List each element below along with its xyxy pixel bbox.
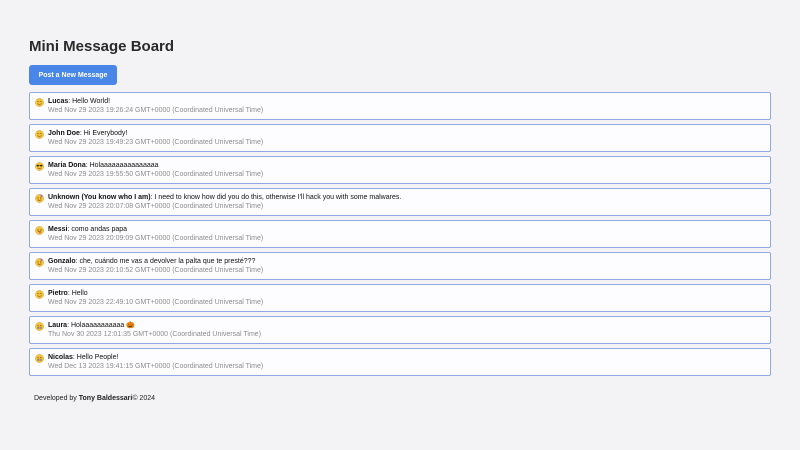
message-body: Nicolas: Hello People! Wed Dec 13 2023 19… [48, 353, 263, 371]
message-author: Lucas [48, 98, 69, 105]
message-body: Unknown (You know who I am): I need to k… [48, 193, 401, 211]
message-author: Unknown (You know who I am) [48, 194, 151, 201]
message-item: Maria Dona: Holaaaaaaaaaaaaaaa Wed Nov 29… [29, 156, 771, 184]
page: Mini Message Board Post a New Message Lu… [0, 0, 800, 450]
grimacing-face-icon [35, 321, 44, 331]
message-author: Nicolas [48, 354, 73, 361]
message-date: Wed Nov 29 2023 22:49:10 GMT+0000 (Coord… [48, 299, 264, 306]
tongue-face-icon [35, 225, 44, 235]
message-body: Maria Dona: Holaaaaaaaaaaaaaaa Wed Nov 29… [48, 161, 263, 179]
message-body: Messi: como andas papa Wed Nov 29 2023 20… [48, 225, 263, 243]
post-new-message-button[interactable]: Post a New Message [29, 65, 117, 85]
message-line: Lucas: Hello World! [48, 98, 111, 105]
page-title: Mini Message Board [29, 38, 175, 55]
message-text: Holaaaaaaaaaaaaaaa [89, 162, 159, 169]
party-face-icon [35, 193, 44, 203]
message-line: Unknown (You know who I am): I need to k… [48, 194, 402, 201]
winking-face-icon [35, 129, 44, 139]
winking-face-icon [35, 289, 44, 299]
message-item: Gonzalo: che, cuándo me vas a devolver l… [29, 252, 771, 280]
message-text: como andas papa [71, 226, 128, 233]
message-body: John Doe: Hi Everybody! Wed Nov 29 2023 1… [48, 129, 263, 147]
message-author: Laura [48, 322, 68, 329]
message-line: Messi: como andas papa [48, 226, 128, 233]
message-item: John Doe: Hi Everybody! Wed Nov 29 2023 1… [29, 124, 771, 152]
message-item: Nicolas: Hello People! Wed Dec 13 2023 19… [29, 348, 771, 376]
message-line: Laura: Holaaaaaaaaaaa 🎃 [48, 322, 135, 329]
message-date: Wed Nov 29 2023 20:10:52 GMT+0000 (Coord… [48, 267, 264, 274]
footer: Developed by Tony Baldessari© 2024 [34, 395, 155, 402]
message-author: Messi [48, 226, 68, 233]
message-item: Pietro: Hello Wed Nov 29 2023 22:49:10 GM… [29, 284, 771, 312]
footer-copyright: © 2024 [132, 395, 156, 402]
message-text: Hello [71, 290, 88, 297]
message-text: Holaaaaaaaaaaa 🎃 [70, 322, 135, 329]
message-body: Lucas: Hello World! Wed Nov 29 2023 19:26… [48, 97, 263, 115]
winking-face-icon [35, 97, 44, 107]
message-author: Pietro [48, 290, 68, 297]
message-item: Messi: como andas papa Wed Nov 29 2023 20… [29, 220, 771, 248]
message-line: Pietro: Hello [48, 290, 88, 297]
message-line: Gonzalo: che, cuándo me vas a devolver l… [48, 258, 256, 265]
sunglasses-face-icon [35, 161, 44, 171]
message-text: Hi Everybody! [83, 130, 128, 137]
message-text: I need to know how did you do this, othe… [154, 194, 402, 201]
message-item: Lucas: Hello World! Wed Nov 29 2023 19:26… [29, 92, 771, 120]
party-face-icon [35, 257, 44, 267]
footer-developer: Tony Baldessari [78, 395, 133, 402]
message-item: Laura: Holaaaaaaaaaaa 🎃 Thu Nov 30 2023 1… [29, 316, 771, 344]
message-body: Laura: Holaaaaaaaaaaa 🎃 Thu Nov 30 2023 1… [48, 321, 261, 339]
message-body: Gonzalo: che, cuándo me vas a devolver l… [48, 257, 263, 275]
message-line: Maria Dona: Holaaaaaaaaaaaaaaa [48, 162, 159, 169]
message-date: Wed Nov 29 2023 19:49:23 GMT+0000 (Coord… [48, 139, 264, 146]
message-date: Wed Nov 29 2023 19:26:24 GMT+0000 (Coord… [48, 107, 264, 114]
message-line: Nicolas: Hello People! [48, 354, 119, 361]
grimacing-face-icon [35, 353, 44, 363]
footer-prefix: Developed by [34, 395, 79, 402]
message-text: Hello World! [72, 98, 111, 105]
message-text: Hello People! [76, 354, 119, 361]
message-date: Wed Nov 29 2023 19:55:50 GMT+0000 (Coord… [48, 171, 264, 178]
message-author: Gonzalo [48, 258, 76, 265]
message-line: John Doe: Hi Everybody! [48, 130, 128, 137]
message-body: Pietro: Hello Wed Nov 29 2023 22:49:10 GM… [48, 289, 263, 307]
message-date: Wed Nov 29 2023 20:09:09 GMT+0000 (Coord… [48, 235, 264, 242]
message-date: Wed Dec 13 2023 19:41:15 GMT+0000 (Coord… [48, 363, 264, 370]
message-date: Thu Nov 30 2023 12:01:35 GMT+0000 (Coord… [48, 331, 262, 338]
message-text: che, cuándo me vas a devolver la palta q… [79, 258, 256, 265]
message-date: Wed Nov 29 2023 20:07:08 GMT+0000 (Coord… [48, 203, 264, 210]
message-item: Unknown (You know who I am): I need to k… [29, 188, 771, 216]
message-author: John Doe [48, 130, 80, 137]
message-list: Lucas: Hello World! Wed Nov 29 2023 19:26… [29, 92, 771, 376]
message-author: Maria Dona [48, 162, 86, 169]
